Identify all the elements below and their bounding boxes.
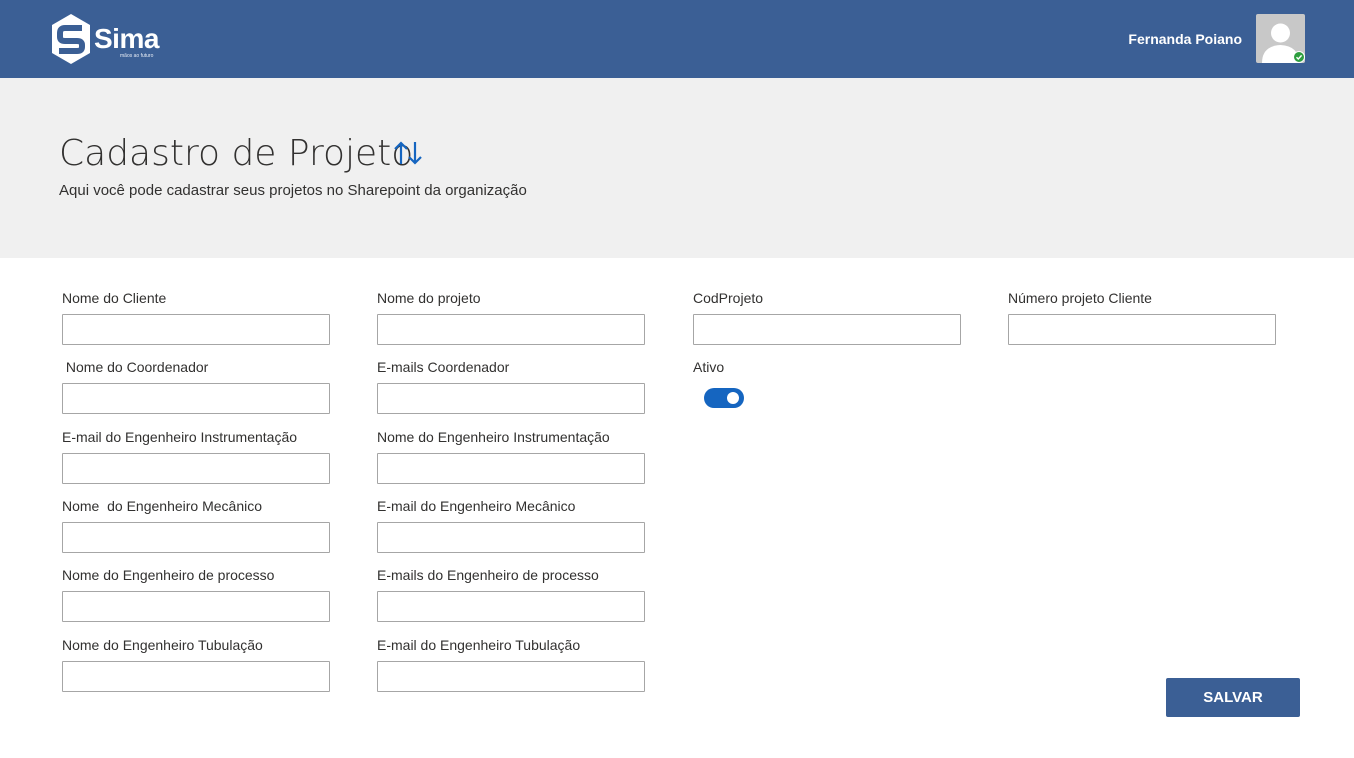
- email-eng-instrumentacao-input[interactable]: [62, 453, 330, 484]
- nome-eng-tubulacao-label: Nome do Engenheiro Tubulação: [62, 637, 263, 653]
- nome-eng-processo-label: Nome do Engenheiro de processo: [62, 567, 275, 583]
- nome-coordenador-input[interactable]: [62, 383, 330, 414]
- emails-eng-processo-label: E-mails do Engenheiro de processo: [377, 567, 599, 583]
- field-emails-eng-processo: E-mails do Engenheiro de processo: [377, 566, 645, 622]
- page-header: Cadastro de Projeto Aqui você pode cadas…: [0, 78, 1354, 258]
- field-nome-eng-processo: Nome do Engenheiro de processo: [62, 566, 330, 622]
- emails-coordenador-label: E-mails Coordenador: [377, 359, 510, 375]
- field-nome-projeto: Nome do projeto: [377, 289, 645, 345]
- nome-eng-mecanico-label: Nome do Engenheiro Mecânico: [62, 498, 263, 514]
- field-email-eng-mecanico: E-mail do Engenheiro Mecânico: [377, 497, 645, 553]
- sima-logo[interactable]: Sima mãos ao futuro: [50, 13, 170, 65]
- online-status-icon: [1293, 51, 1305, 63]
- field-email-eng-tubulacao: E-mail do Engenheiro Tubulação: [377, 636, 645, 692]
- sort-arrows-icon[interactable]: [393, 140, 423, 166]
- numero-projeto-cliente-input[interactable]: [1008, 314, 1276, 345]
- field-emails-coordenador: E-mails Coordenador: [377, 358, 645, 414]
- logo-text: Sima: [94, 23, 159, 54]
- nome-eng-mecanico-input[interactable]: [62, 522, 330, 553]
- page-title: Cadastro de Projeto: [59, 133, 414, 174]
- email-eng-instrumentacao-label: E-mail do Engenheiro Instrumentação: [62, 429, 298, 445]
- ativo-label: Ativo: [693, 359, 725, 375]
- page-subtitle: Aqui você pode cadastrar seus projetos n…: [59, 182, 527, 199]
- nome-projeto-label: Nome do projeto: [377, 290, 481, 306]
- field-ativo: Ativo: [693, 358, 961, 378]
- field-cod-projeto: CodProjeto: [693, 289, 961, 345]
- email-eng-mecanico-input[interactable]: [377, 522, 645, 553]
- ativo-toggle[interactable]: [704, 388, 744, 408]
- logo-mark-icon: [52, 14, 90, 64]
- cod-projeto-input[interactable]: [693, 314, 961, 345]
- field-nome-eng-mecanico: Nome do Engenheiro Mecânico: [62, 497, 330, 553]
- field-nome-eng-tubulacao: Nome do Engenheiro Tubulação: [62, 636, 330, 692]
- cod-projeto-label: CodProjeto: [693, 290, 764, 306]
- nome-eng-processo-input[interactable]: [62, 591, 330, 622]
- field-nome-coordenador: Nome do Coordenador: [62, 358, 330, 414]
- emails-eng-processo-input[interactable]: [377, 591, 645, 622]
- nome-eng-instrumentacao-label: Nome do Engenheiro Instrumentação: [377, 429, 610, 445]
- nome-eng-instrumentacao-input[interactable]: [377, 453, 645, 484]
- nome-projeto-input[interactable]: [377, 314, 645, 345]
- user-name[interactable]: Fernanda Poiano: [1128, 30, 1242, 48]
- email-eng-mecanico-label: E-mail do Engenheiro Mecânico: [377, 498, 576, 514]
- field-email-eng-instrumentacao: E-mail do Engenheiro Instrumentação: [62, 428, 330, 484]
- email-eng-tubulacao-input[interactable]: [377, 661, 645, 692]
- field-nome-cliente: Nome do Cliente: [62, 289, 330, 345]
- field-numero-projeto-cliente: Número projeto Cliente: [1008, 289, 1276, 345]
- nome-coordenador-label: Nome do Coordenador: [62, 359, 209, 375]
- logo-tagline: mãos ao futuro: [120, 53, 154, 59]
- nome-cliente-label: Nome do Cliente: [62, 290, 167, 306]
- field-nome-eng-instrumentacao: Nome do Engenheiro Instrumentação: [377, 428, 645, 484]
- top-bar: Sima mãos ao futuro Fernanda Poiano: [0, 0, 1354, 78]
- save-button[interactable]: SALVAR: [1166, 678, 1300, 717]
- numero-projeto-cliente-label: Número projeto Cliente: [1008, 290, 1152, 306]
- toggle-knob: [727, 392, 739, 404]
- email-eng-tubulacao-label: E-mail do Engenheiro Tubulação: [377, 637, 581, 653]
- emails-coordenador-input[interactable]: [377, 383, 645, 414]
- nome-eng-tubulacao-input[interactable]: [62, 661, 330, 692]
- nome-cliente-input[interactable]: [62, 314, 330, 345]
